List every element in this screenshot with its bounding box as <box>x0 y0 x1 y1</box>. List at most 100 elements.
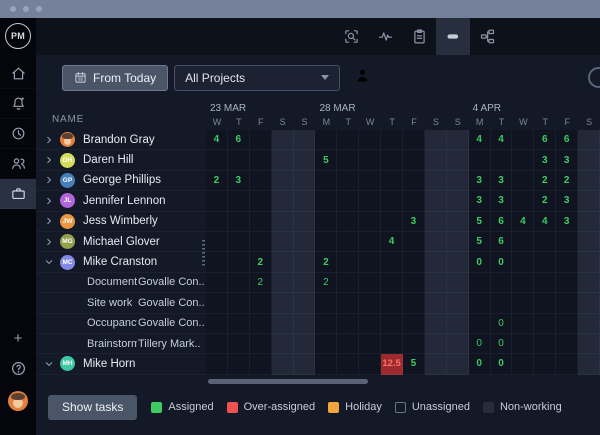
hours-cell[interactable]: 0 <box>490 333 513 355</box>
hours-cell[interactable] <box>249 354 272 375</box>
person-row[interactable]: MG Michael Glover <box>36 232 206 253</box>
hours-cell[interactable] <box>206 354 228 375</box>
hours-cell[interactable] <box>403 231 425 253</box>
hours-cell[interactable] <box>227 293 250 314</box>
hours-cell[interactable] <box>403 252 425 273</box>
hours-cell[interactable] <box>446 313 469 334</box>
hours-cell[interactable] <box>359 191 382 212</box>
hours-cell[interactable] <box>381 313 404 334</box>
task-row[interactable]: Brainstorm I...Tillery Mark.. <box>36 334 206 355</box>
hours-cell[interactable] <box>271 231 294 253</box>
chevron-right-icon[interactable] <box>44 155 54 165</box>
hours-cell[interactable] <box>381 333 404 355</box>
hours-cell[interactable]: 2 <box>249 272 272 294</box>
hours-cell[interactable] <box>424 211 447 232</box>
hours-cell[interactable] <box>293 293 316 314</box>
hours-cell[interactable] <box>534 313 557 334</box>
hours-cell[interactable] <box>227 231 250 253</box>
task-row[interactable]: Documents ...Govalle Con.. <box>36 273 206 294</box>
hours-cell[interactable] <box>315 211 338 232</box>
hours-cell[interactable] <box>512 191 535 212</box>
hours-cell[interactable] <box>556 272 579 294</box>
window-control-dot[interactable] <box>23 6 29 12</box>
hours-cell[interactable] <box>315 354 338 375</box>
chevron-right-icon[interactable] <box>44 237 54 247</box>
hours-cell[interactable]: 0 <box>490 354 513 375</box>
hours-cell[interactable] <box>424 231 447 253</box>
hours-cell[interactable] <box>271 150 294 171</box>
hours-cell[interactable]: 12.5 <box>381 354 404 375</box>
hours-cell[interactable]: 4 <box>512 211 535 232</box>
person-filter-icon[interactable] <box>353 66 372 90</box>
hours-cell[interactable] <box>468 272 491 294</box>
hours-cell[interactable] <box>512 354 535 375</box>
hours-cell[interactable] <box>249 231 272 253</box>
hours-cell[interactable] <box>359 231 382 253</box>
hours-cell[interactable] <box>578 130 600 151</box>
hours-cell[interactable]: 6 <box>490 211 513 232</box>
hours-cell[interactable] <box>424 130 447 151</box>
hours-cell[interactable]: 0 <box>490 252 513 273</box>
hours-cell[interactable] <box>578 150 600 171</box>
chevron-down-icon[interactable] <box>44 257 54 267</box>
hours-cell[interactable] <box>446 231 469 253</box>
hours-cell[interactable] <box>490 272 513 294</box>
hours-cell[interactable]: 6 <box>556 130 579 151</box>
hours-cell[interactable] <box>381 130 404 151</box>
hours-cell[interactable] <box>359 313 382 334</box>
hours-cell[interactable] <box>293 354 316 375</box>
hours-cell[interactable] <box>446 150 469 171</box>
view-icon-clipboard[interactable] <box>402 18 436 55</box>
hours-cell[interactable] <box>512 150 535 171</box>
hours-cell[interactable] <box>534 252 557 273</box>
sidebar-item-workload[interactable] <box>0 179 36 209</box>
chevron-right-icon[interactable] <box>44 216 54 226</box>
hours-cell[interactable] <box>293 170 316 192</box>
hours-cell[interactable] <box>446 272 469 294</box>
hours-cell[interactable] <box>424 272 447 294</box>
hours-cell[interactable] <box>446 130 469 151</box>
hours-cell[interactable] <box>359 354 382 375</box>
hours-cell[interactable] <box>249 191 272 212</box>
view-icon-workload-bar[interactable] <box>436 18 470 55</box>
hours-cell[interactable] <box>403 191 425 212</box>
person-row[interactable]: JL Jennifer Lennon <box>36 191 206 212</box>
hours-cell[interactable] <box>337 333 360 355</box>
hours-cell[interactable]: 4 <box>468 130 491 151</box>
hours-cell[interactable] <box>271 313 294 334</box>
hours-cell[interactable]: 3 <box>556 150 579 171</box>
add-button[interactable]: + <box>14 331 23 346</box>
hours-cell[interactable] <box>424 313 447 334</box>
hours-cell[interactable] <box>424 354 447 375</box>
hours-cell[interactable] <box>293 252 316 273</box>
hours-cell[interactable] <box>446 211 469 232</box>
hours-cell[interactable] <box>359 211 382 232</box>
task-row[interactable]: Occupancy Govalle Con.. <box>36 314 206 334</box>
hours-cell[interactable] <box>424 170 447 192</box>
show-tasks-button[interactable]: Show tasks <box>48 394 138 420</box>
hours-cell[interactable] <box>578 333 600 355</box>
hours-cell[interactable] <box>578 231 600 253</box>
hours-cell[interactable] <box>403 150 425 171</box>
hours-cell[interactable] <box>315 333 338 355</box>
hours-cell[interactable]: 2 <box>534 170 557 192</box>
window-control-dot[interactable] <box>36 6 42 12</box>
hours-cell[interactable] <box>403 272 425 294</box>
hours-cell[interactable] <box>381 252 404 273</box>
hours-cell[interactable]: 0 <box>490 313 513 334</box>
hours-cell[interactable] <box>578 191 600 212</box>
hours-cell[interactable]: 2 <box>556 170 579 192</box>
hours-cell[interactable] <box>249 293 272 314</box>
hours-cell[interactable] <box>271 191 294 212</box>
hours-cell[interactable] <box>337 170 360 192</box>
chevron-right-icon[interactable] <box>44 135 54 145</box>
panel-resize-handle[interactable] <box>202 240 205 268</box>
person-row[interactable]: GP George Phillips <box>36 171 206 192</box>
hours-cell[interactable]: 5 <box>468 231 491 253</box>
projects-filter-dropdown[interactable]: All Projects <box>174 64 341 91</box>
hours-cell[interactable] <box>315 130 338 151</box>
hours-cell[interactable] <box>556 252 579 273</box>
hours-cell[interactable] <box>271 252 294 273</box>
hours-cell[interactable] <box>556 333 579 355</box>
hours-cell[interactable] <box>206 272 228 294</box>
